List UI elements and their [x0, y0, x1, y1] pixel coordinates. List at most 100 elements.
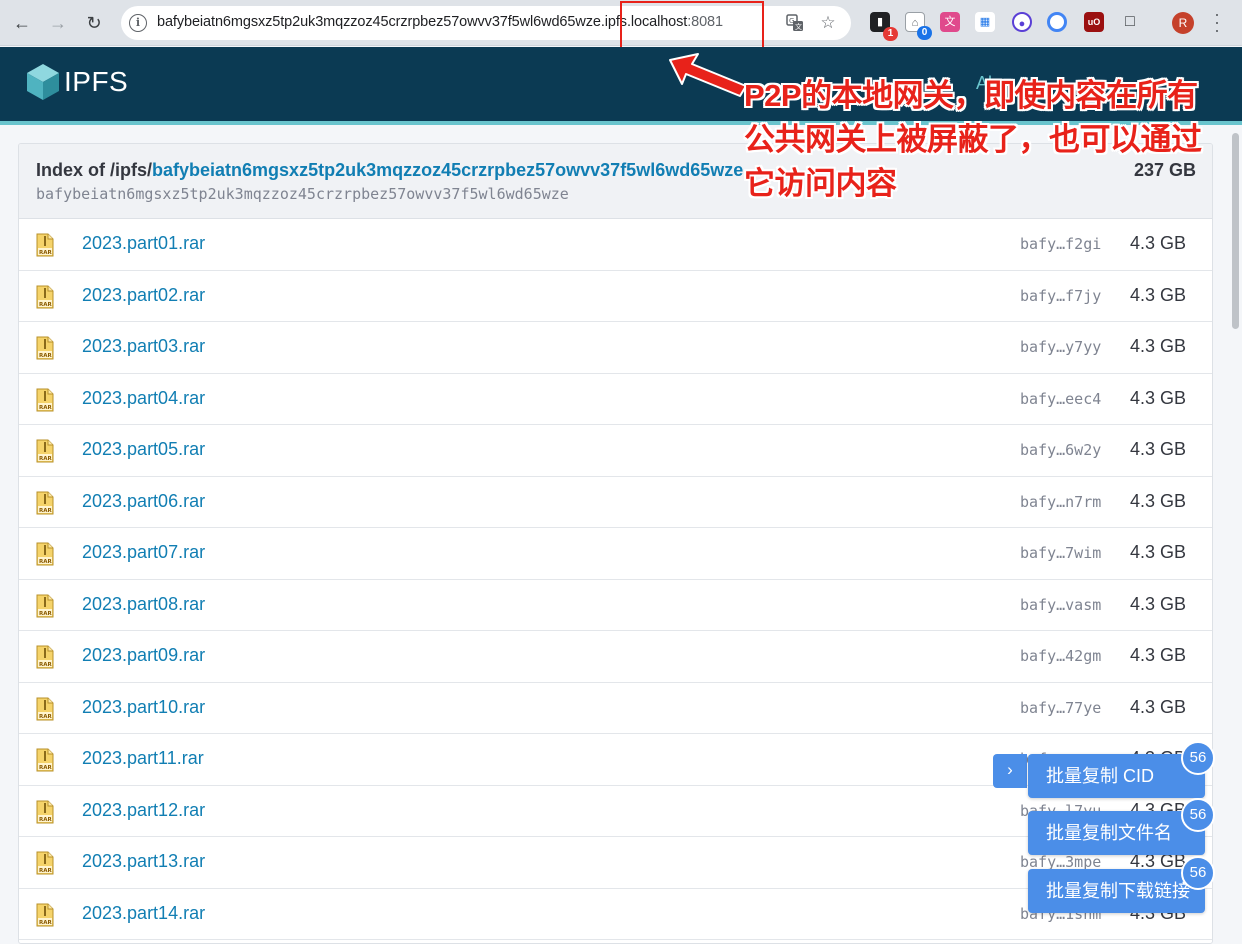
rar-file-icon: RAR [36, 388, 54, 411]
file-name-link[interactable]: 2023.part07.rar [82, 542, 205, 563]
copy-links-count-badge: 56 [1181, 856, 1215, 890]
rar-file-icon: RAR [36, 851, 54, 875]
copy-download-links-button[interactable]: 批量复制下载链接 [1028, 869, 1205, 913]
file-row: RAR 2023.part05.rar bafy…6w2y 4.3 GB [19, 425, 1212, 477]
file-row: RAR 2023.part02.rar bafy…f7jy 4.3 GB [19, 271, 1212, 322]
file-row: RAR 2023.part01.rar bafy…f2gi 4.3 GB [19, 219, 1212, 271]
file-name-link[interactable]: 2023.part05.rar [82, 439, 205, 460]
file-row: RAR 2023.part03.rar bafy…y7yy 4.3 GB [19, 322, 1212, 374]
back-icon[interactable]: ← [11, 12, 33, 34]
page-scrollbar[interactable] [1229, 125, 1242, 944]
svg-text:RAR: RAR [39, 559, 52, 565]
extension-face-icon[interactable]: ● [1012, 12, 1032, 32]
copy-cid-count-badge: 56 [1181, 741, 1215, 775]
svg-text:RAR: RAR [39, 353, 52, 359]
rar-file-icon: RAR [36, 542, 54, 566]
file-size: 4.3 GB [1130, 387, 1187, 408]
svg-text:RAR: RAR [39, 250, 52, 256]
file-name-link[interactable]: 2023.part06.rar [82, 491, 205, 512]
rar-file-icon: RAR [36, 491, 54, 514]
file-cid-link[interactable]: bafy…f7jy [1020, 287, 1101, 305]
file-size: 4.3 GB [1130, 284, 1187, 305]
file-name-link[interactable]: 2023.part01.rar [82, 233, 205, 254]
file-row: RAR 2023.part04.rar bafy…eec4 4.3 GB [19, 374, 1212, 425]
index-title: Index of /ipfs/bafybeiatn6mgsxz5tp2uk3mq… [36, 160, 744, 180]
file-name-link[interactable]: 2023.part12.rar [82, 800, 205, 821]
svg-text:RAR: RAR [39, 405, 52, 411]
svg-text:RAR: RAR [39, 456, 52, 462]
file-size: 4.3 GB [1130, 593, 1187, 614]
copy-cid-button[interactable]: 批量复制 CID [1028, 754, 1205, 798]
callout-line-2: 公共网关上被屏蔽了，也可以通过 [744, 122, 1202, 157]
copy-filenames-count-badge: 56 [1181, 798, 1215, 832]
extension-doc-icon[interactable]: ▦ [975, 12, 995, 32]
file-size: 4.3 GB [1130, 336, 1187, 356]
rar-file-icon: RAR [36, 233, 54, 257]
forward-icon[interactable]: → [47, 12, 69, 34]
svg-text:RAR: RAR [39, 920, 52, 926]
file-size: 4.3 GB [1130, 542, 1187, 562]
rar-file-icon: RAR [36, 800, 54, 823]
file-name-link[interactable]: 2023.part09.rar [82, 645, 205, 666]
rar-file-icon: RAR [36, 336, 54, 360]
copy-filenames-button[interactable]: 批量复制文件名 [1028, 811, 1205, 855]
file-name-link[interactable]: 2023.part10.rar [82, 697, 205, 718]
svg-text:G: G [789, 17, 794, 25]
file-name-link[interactable]: 2023.part14.rar [82, 903, 205, 924]
index-cid-link[interactable]: bafybeiatn6mgsxz5tp2uk3mqzzoz45crzrpbez5… [152, 160, 743, 180]
svg-text:RAR: RAR [39, 765, 52, 771]
file-size: 4.3 GB [1130, 490, 1187, 511]
svg-text:RAR: RAR [39, 662, 52, 668]
ipfs-brand[interactable]: IPFS [64, 66, 128, 98]
browser-menu-icon[interactable]: · · · [1212, 5, 1222, 39]
site-info-icon[interactable]: i [129, 14, 147, 32]
rar-file-icon: RAR [36, 439, 54, 463]
svg-text:文: 文 [795, 22, 802, 31]
file-row: RAR 2023.part10.rar bafy…77ye 4.3 GB [19, 683, 1212, 734]
file-size: 4.3 GB [1130, 696, 1187, 717]
file-size: 4.3 GB [1130, 645, 1187, 665]
file-size: 4.3 GB [1130, 233, 1187, 253]
profile-avatar[interactable]: R [1172, 12, 1194, 34]
translate-icon[interactable]: G文 [785, 14, 805, 32]
rar-file-icon: RAR [36, 697, 54, 720]
file-name-link[interactable]: 2023.part13.rar [82, 851, 205, 872]
file-row: RAR 2023.part08.rar bafy…vasm 4.3 GB [19, 580, 1212, 631]
annotation-callout: P2P的本地网关，即使内容在所有 公共网关上被屏蔽了，也可以通过 它访问内容 [744, 74, 1242, 206]
file-row: RAR 2023.part07.rar bafy…7wim 4.3 GB [19, 528, 1212, 580]
file-row: RAR 2023.part09.rar bafy…42gm 4.3 GB [19, 631, 1212, 683]
callout-line-3: 它访问内容 [744, 166, 897, 201]
file-name-link[interactable]: 2023.part02.rar [82, 285, 205, 306]
rar-file-icon: RAR [36, 285, 54, 308]
svg-text:RAR: RAR [39, 508, 52, 514]
file-name-link[interactable]: 2023.part04.rar [82, 388, 205, 409]
file-cid-link[interactable]: bafy…6w2y [1020, 441, 1101, 459]
extension-icon-1[interactable]: ▮ 1 [870, 12, 898, 41]
ipfs-cube-logo-icon [27, 64, 59, 100]
file-cid-link[interactable]: bafy…vasm [1020, 596, 1101, 614]
svg-text:RAR: RAR [39, 868, 52, 874]
collapse-panel-button[interactable]: › [993, 754, 1027, 788]
ublock-icon[interactable]: uO [1084, 12, 1104, 32]
file-cid-link[interactable]: bafy…42gm [1020, 647, 1101, 665]
svg-text:RAR: RAR [39, 611, 52, 617]
rar-file-icon: RAR [36, 594, 54, 617]
extensions-puzzle-icon[interactable]: □ [1120, 12, 1140, 32]
extension-translate-icon[interactable]: 文 [940, 12, 960, 32]
file-cid-link[interactable]: bafy…n7rm [1020, 493, 1101, 511]
bookmark-star-icon[interactable]: ☆ [818, 14, 838, 32]
extension-home-icon[interactable]: ⌂ 0 [905, 12, 932, 40]
file-cid-link[interactable]: bafy…7wim [1020, 544, 1101, 562]
file-cid-link[interactable]: bafy…y7yy [1020, 338, 1101, 356]
svg-text:RAR: RAR [39, 714, 52, 720]
rar-file-icon: RAR [36, 645, 54, 669]
extension-chrome-icon[interactable] [1047, 12, 1067, 32]
file-name-link[interactable]: 2023.part03.rar [82, 336, 205, 357]
reload-icon[interactable]: ↻ [83, 12, 105, 34]
rar-file-icon: RAR [36, 748, 54, 772]
file-name-link[interactable]: 2023.part11.rar [82, 748, 204, 769]
file-cid-link[interactable]: bafy…f2gi [1020, 235, 1101, 253]
file-cid-link[interactable]: bafy…eec4 [1020, 390, 1101, 408]
file-cid-link[interactable]: bafy…77ye [1020, 699, 1101, 717]
file-name-link[interactable]: 2023.part08.rar [82, 594, 205, 615]
